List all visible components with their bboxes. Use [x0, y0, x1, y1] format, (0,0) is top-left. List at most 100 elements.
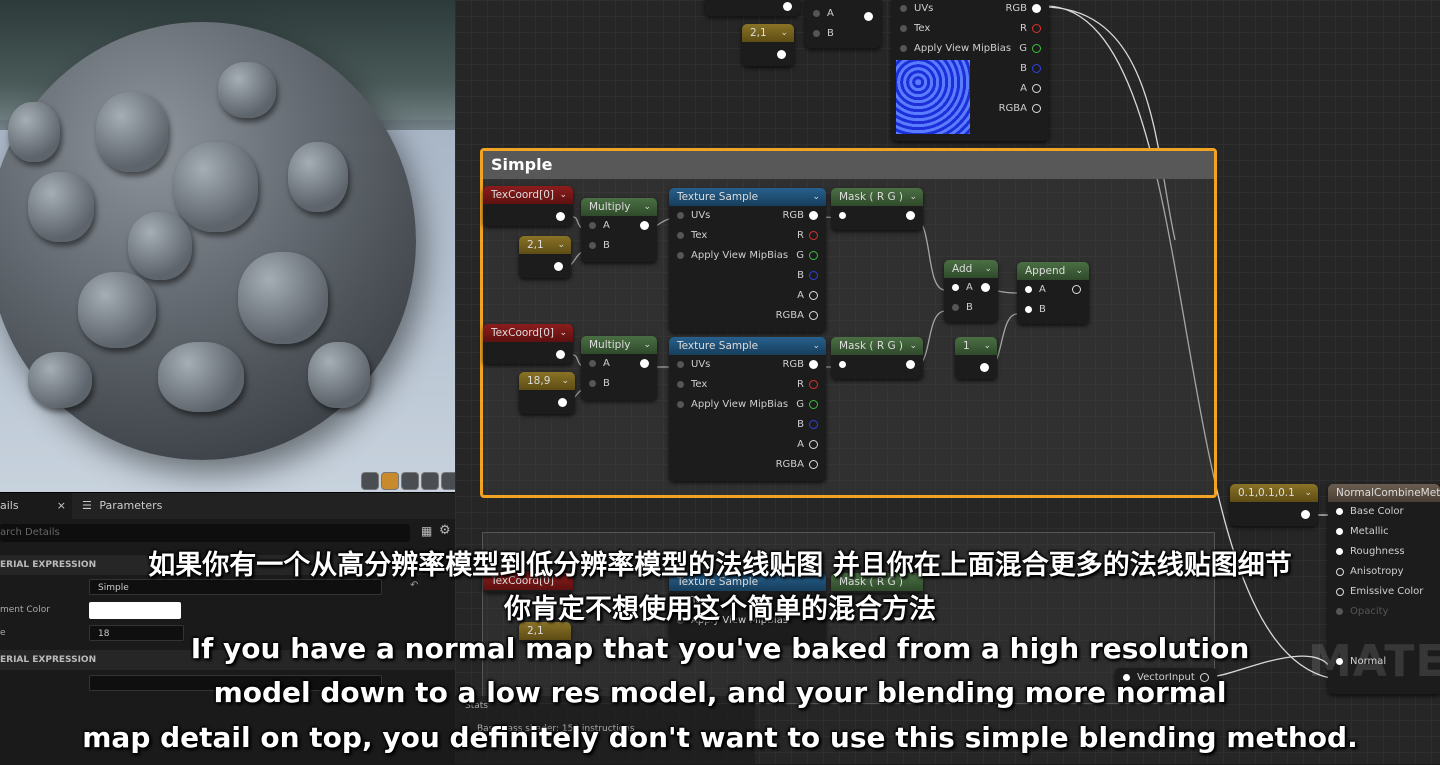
input-pin[interactable] — [1025, 286, 1032, 293]
output-pin[interactable] — [809, 360, 818, 369]
output-pin[interactable] — [558, 398, 567, 407]
input-pin[interactable] — [677, 232, 684, 239]
pin-b-out[interactable]: B — [669, 415, 826, 435]
search-details-input[interactable]: arch Details — [0, 524, 410, 542]
grid-icon[interactable]: ▦ — [421, 524, 432, 538]
pin-uvs[interactable]: UVs RGB — [892, 0, 1049, 19]
pin-mip[interactable]: Apply View MipBias G — [892, 39, 1049, 59]
output-pin[interactable] — [809, 460, 818, 469]
pin-a-out[interactable]: A — [669, 435, 826, 455]
output-pin[interactable] — [1032, 44, 1041, 53]
input-pin[interactable] — [813, 30, 820, 37]
pin-in[interactable] — [831, 355, 923, 375]
node-vector-constant[interactable]: 0.1,0.1,0.1 ⌄ — [1230, 484, 1318, 526]
node-constant-one[interactable]: 1 ⌄ — [955, 337, 997, 379]
pin-a[interactable]: A — [944, 278, 998, 298]
output-pin[interactable] — [556, 212, 565, 221]
input-pin[interactable] — [1025, 306, 1032, 313]
output-pin[interactable] — [554, 262, 563, 271]
node-constant-2[interactable]: 18,9 ⌄ — [519, 372, 575, 414]
output-pin[interactable] — [809, 400, 818, 409]
pin-rgba-out[interactable]: RGBA — [669, 306, 826, 326]
pin-b[interactable]: B — [581, 374, 657, 394]
node-texcoord-2[interactable]: TexCoord[0] ⌄ — [483, 324, 573, 364]
output-pin[interactable] — [783, 2, 792, 11]
output-pin[interactable] — [809, 211, 818, 220]
pin-a[interactable]: A — [581, 216, 657, 236]
input-pin[interactable] — [589, 242, 596, 249]
output-pin[interactable] — [640, 359, 649, 368]
node-texcoord-1[interactable]: TexCoord[0] ⌄ — [483, 186, 573, 226]
pin-mip[interactable]: Apply View MipBias G — [669, 246, 826, 266]
pin-b[interactable]: B — [1017, 300, 1089, 320]
output-pin[interactable] — [1032, 104, 1041, 113]
pin-a[interactable]: A — [1017, 280, 1089, 300]
input-pin[interactable] — [677, 212, 684, 219]
output-pin[interactable] — [640, 221, 649, 230]
node-partial-top[interactable] — [705, 0, 800, 16]
input-pin[interactable] — [1336, 508, 1343, 515]
pin-in[interactable] — [831, 206, 923, 226]
node-mask-1[interactable]: Mask ( R G ) ⌄ — [831, 188, 923, 230]
output-pin[interactable] — [809, 311, 818, 320]
mesh-icon[interactable] — [441, 472, 455, 490]
node-mask-2[interactable]: Mask ( R G ) ⌄ — [831, 337, 923, 379]
tab-parameters[interactable]: ☰ Parameters — [72, 493, 172, 519]
input-pin[interactable] — [677, 361, 684, 368]
sphere-icon[interactable] — [381, 472, 399, 490]
input-pin[interactable] — [589, 380, 596, 387]
pin-mip[interactable]: Apply View MipBias G — [669, 395, 826, 415]
output-pin[interactable] — [777, 50, 786, 59]
output-pin[interactable] — [981, 283, 990, 292]
output-pin[interactable] — [1032, 4, 1041, 13]
output-pin[interactable] — [906, 211, 915, 220]
input-pin[interactable] — [589, 222, 596, 229]
pin-rgba-out[interactable]: RGBA — [669, 455, 826, 475]
output-pin[interactable] — [556, 350, 565, 359]
pin-b[interactable]: B — [944, 298, 998, 318]
tab-details[interactable]: ails × — [0, 493, 72, 519]
output-pin[interactable] — [1032, 24, 1041, 33]
output-pin[interactable] — [809, 420, 818, 429]
output-pin[interactable] — [980, 363, 989, 372]
input-pin[interactable] — [589, 360, 596, 367]
output-pin[interactable] — [1032, 84, 1041, 93]
pin-a[interactable]: A — [581, 354, 657, 374]
pin-tex[interactable]: Tex R — [669, 375, 826, 395]
node-multiply-top[interactable]: A B — [805, 0, 881, 48]
output-pin[interactable] — [1301, 510, 1310, 519]
output-pin[interactable] — [864, 12, 873, 21]
node-add[interactable]: Add ⌄ A B — [944, 260, 998, 322]
input-pin[interactable] — [900, 25, 907, 32]
input-pin[interactable] — [813, 10, 820, 17]
output-pin[interactable] — [1032, 64, 1041, 73]
node-multiply-2[interactable]: Multiply ⌄ A B — [581, 336, 657, 400]
pin-a-out[interactable]: A — [669, 286, 826, 306]
node-append[interactable]: Append ⌄ A B — [1017, 262, 1089, 324]
node-multiply-1[interactable]: Multiply ⌄ A B — [581, 198, 657, 262]
input-pin[interactable] — [1336, 528, 1343, 535]
input-pin[interactable] — [677, 252, 684, 259]
input-pin[interactable] — [677, 401, 684, 408]
node-constant-top[interactable]: 2,1 ⌄ — [742, 24, 794, 66]
input-pin[interactable] — [677, 381, 684, 388]
pin-b[interactable]: B — [805, 24, 881, 44]
pin-tex[interactable]: Tex R — [892, 19, 1049, 39]
node-constant-1[interactable]: 2,1 ⌄ — [519, 236, 571, 278]
pin-b-out[interactable]: B — [669, 266, 826, 286]
output-pin[interactable] — [809, 231, 818, 240]
input-pin[interactable] — [900, 5, 907, 12]
cube-icon[interactable] — [421, 472, 439, 490]
input-pin[interactable] — [900, 45, 907, 52]
input-pin[interactable] — [952, 284, 959, 291]
close-icon[interactable]: × — [57, 493, 66, 519]
pin-metallic[interactable]: Metallic — [1328, 522, 1440, 542]
input-pin[interactable] — [839, 361, 846, 368]
plane-icon[interactable] — [401, 472, 419, 490]
node-texture-sample-1[interactable]: Texture Sample ⌄ UVs RGB Tex R Apply View M… — [669, 188, 826, 332]
cylinder-icon[interactable] — [361, 472, 379, 490]
input-pin[interactable] — [839, 212, 846, 219]
input-pin[interactable] — [952, 304, 959, 311]
gear-icon[interactable]: ⚙ — [439, 523, 451, 538]
material-preview-viewport[interactable] — [0, 0, 455, 492]
